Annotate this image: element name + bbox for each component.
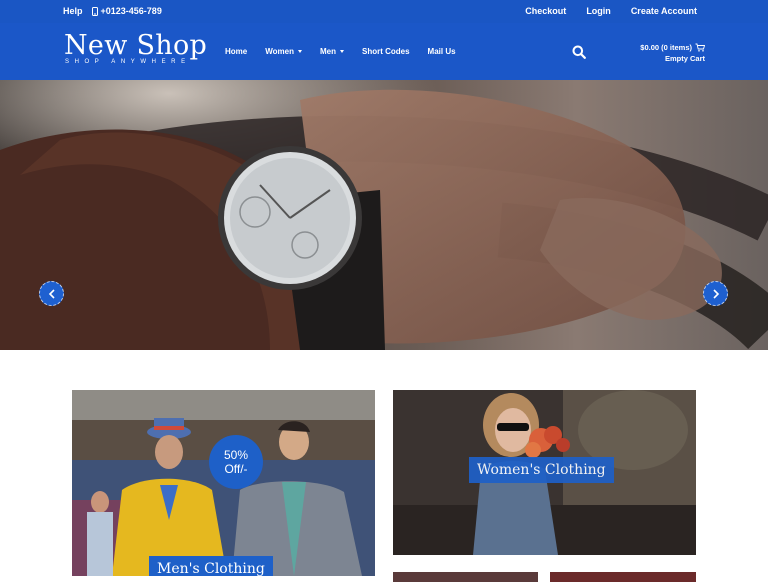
login-link[interactable]: Login [586,6,611,16]
slider-next-button[interactable] [703,281,728,306]
contact-info: Help +0123-456-789 [63,6,162,16]
nav-women-label: Women [265,47,294,56]
phone-info: +0123-456-789 [91,6,162,16]
logo-name: New Shop [64,30,208,61]
slider-prev-button[interactable] [39,281,64,306]
category-tile-4[interactable] [550,572,696,582]
women-category-tile[interactable]: Women's Clothing [393,390,696,555]
nav-men-label: Men [319,47,336,56]
chevron-down-icon [297,50,302,53]
discount-text: Off/- [224,462,248,476]
search-icon[interactable] [572,45,586,59]
nav-mail-us-label: Mail Us [427,47,456,56]
top-bar: Help +0123-456-789 Checkout Login Create… [0,0,768,23]
logo-tagline: SHOP ANYWHERE [65,59,191,65]
main-header: New Shop SHOP ANYWHERE Home Women Men Sh… [0,23,768,80]
chevron-left-icon [48,288,55,299]
men-category-label[interactable]: Men's Clothing [149,556,273,576]
women-category-label[interactable]: Women's Clothing [469,457,614,483]
help-link[interactable]: Help [63,6,83,16]
cart-total: $0.00 (0 items) [640,43,692,52]
chevron-right-icon [712,288,719,299]
mini-cart[interactable]: $0.00 (0 items) Empty Cart [640,42,705,64]
main-nav: Home Women Men Short Codes Mail Us [225,47,474,56]
hero-slider [0,80,768,350]
cart-icon [695,43,705,52]
nav-women[interactable]: Women [265,47,302,56]
account-links: Checkout Login Create Account [525,6,697,16]
nav-home[interactable]: Home [225,47,247,56]
nav-home-label: Home [225,47,248,56]
create-account-link[interactable]: Create Account [631,6,697,16]
nav-short-codes[interactable]: Short Codes [362,47,410,56]
cart-status: Empty Cart [664,54,705,63]
category-tile-3[interactable] [393,572,538,582]
nav-mail-us[interactable]: Mail Us [428,47,456,56]
hero-image [0,80,768,350]
nav-men[interactable]: Men [320,47,344,56]
checkout-link[interactable]: Checkout [525,6,566,16]
phone-number: +0123-456-789 [100,6,162,16]
site-logo[interactable]: New Shop SHOP ANYWHERE [64,30,208,66]
discount-percent: 50% [223,448,249,462]
men-category-tile[interactable]: 50% Off/- Men's Clothing [72,390,375,576]
chevron-down-icon [339,50,344,53]
discount-badge: 50% Off/- [209,435,263,489]
nav-short-codes-label: Short Codes [361,47,410,56]
phone-icon [91,6,98,16]
